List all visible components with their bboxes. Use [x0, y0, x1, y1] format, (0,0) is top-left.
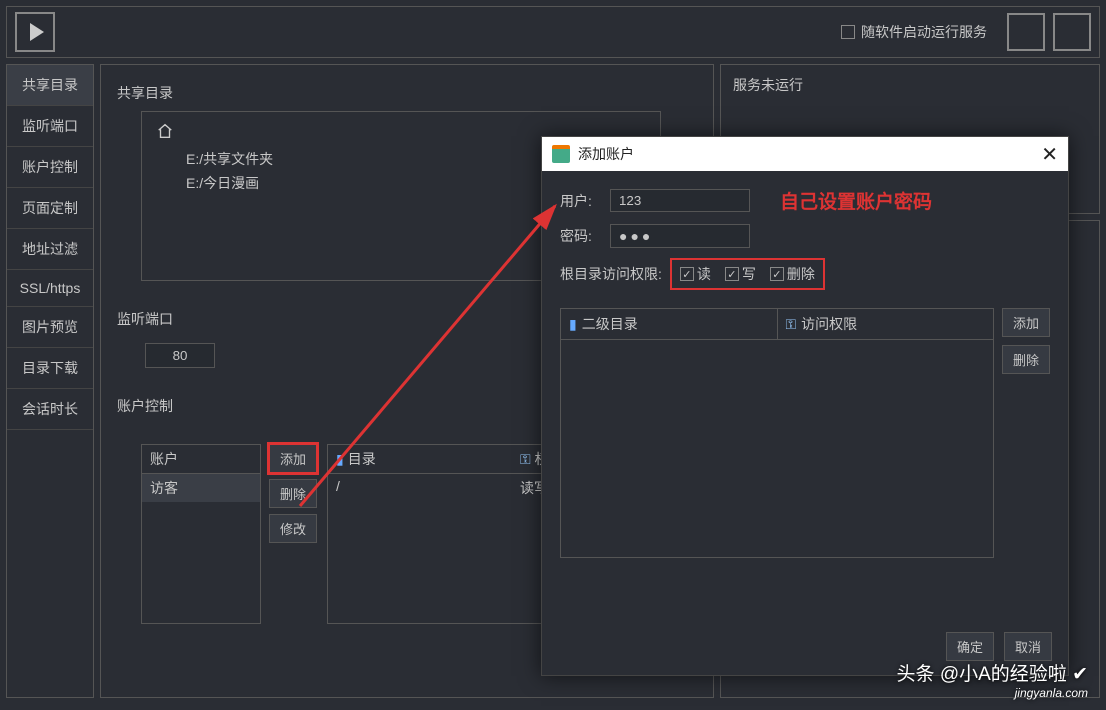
del-account-button[interactable]: 删除: [269, 479, 317, 508]
account-header: 账户: [142, 445, 260, 474]
folder-icon: ▮: [569, 316, 577, 333]
annotation-text: 自己设置账户密码: [780, 187, 932, 214]
root-perm-label: 根目录访问权限:: [560, 264, 662, 284]
sidebar-item-share[interactable]: 共享目录: [7, 65, 93, 106]
user-label: 用户:: [560, 191, 610, 211]
sidebar-item-page[interactable]: 页面定制: [7, 188, 93, 229]
status-text: 服务未运行: [733, 77, 803, 93]
close-icon[interactable]: ✕: [1041, 142, 1058, 167]
share-label: 共享目录: [117, 83, 697, 103]
sidebar-item-dl[interactable]: 目录下载: [7, 348, 93, 389]
key-icon: ⚿: [786, 316, 797, 333]
account-list[interactable]: 账户 访客: [141, 444, 261, 624]
app-logo-icon: [552, 145, 570, 163]
key-icon: ⚿: [520, 451, 531, 468]
pwd-input[interactable]: ●●●: [610, 224, 750, 248]
perm-del[interactable]: ✓删除: [770, 264, 815, 284]
mod-account-button[interactable]: 修改: [269, 514, 317, 543]
play-button[interactable]: [15, 12, 55, 52]
user-input[interactable]: [610, 189, 750, 212]
perm-highlight: ✓读 ✓写 ✓删除: [670, 258, 825, 290]
add-user-modal: 添加账户 ✕ 用户: 自己设置账户密码 密码: ●●● 根目录访问权限: ✓读 …: [541, 136, 1069, 676]
add-account-button[interactable]: 添加: [269, 444, 317, 473]
menu-button[interactable]: [1053, 13, 1091, 51]
sidebar-item-ssl[interactable]: SSL/https: [7, 270, 93, 307]
modal-del-button[interactable]: 删除: [1002, 345, 1050, 374]
perm-write[interactable]: ✓写: [725, 264, 756, 284]
sidebar-item-session[interactable]: 会话时长: [7, 389, 93, 430]
sidebar-item-preview[interactable]: 图片预览: [7, 307, 93, 348]
download-button[interactable]: [1007, 13, 1045, 51]
auto-run-checkbox[interactable]: 随软件启动运行服务: [841, 22, 987, 42]
sidebar-item-account[interactable]: 账户控制: [7, 147, 93, 188]
folder-icon: ▮: [336, 451, 344, 468]
pwd-label: 密码:: [560, 226, 610, 246]
port-input[interactable]: [145, 343, 215, 368]
dir-cell: /: [328, 474, 512, 502]
cancel-button[interactable]: 取消: [1004, 632, 1052, 661]
sidebar: 共享目录 监听端口 账户控制 页面定制 地址过滤 SSL/https 图片预览 …: [6, 64, 94, 698]
subdir-table: ▮二级目录 ⚿访问权限: [560, 308, 994, 558]
modal-add-button[interactable]: 添加: [1002, 308, 1050, 337]
perm-read[interactable]: ✓读: [680, 264, 711, 284]
account-item[interactable]: 访客: [142, 474, 260, 502]
sidebar-item-filter[interactable]: 地址过滤: [7, 229, 93, 270]
auto-run-label: 随软件启动运行服务: [861, 22, 987, 42]
watermark: 头条 @小A的经验啦 ✔ jingyanla.com: [897, 659, 1088, 700]
sidebar-item-port[interactable]: 监听端口: [7, 106, 93, 147]
ok-button[interactable]: 确定: [946, 632, 994, 661]
modal-title: 添加账户: [578, 144, 634, 164]
